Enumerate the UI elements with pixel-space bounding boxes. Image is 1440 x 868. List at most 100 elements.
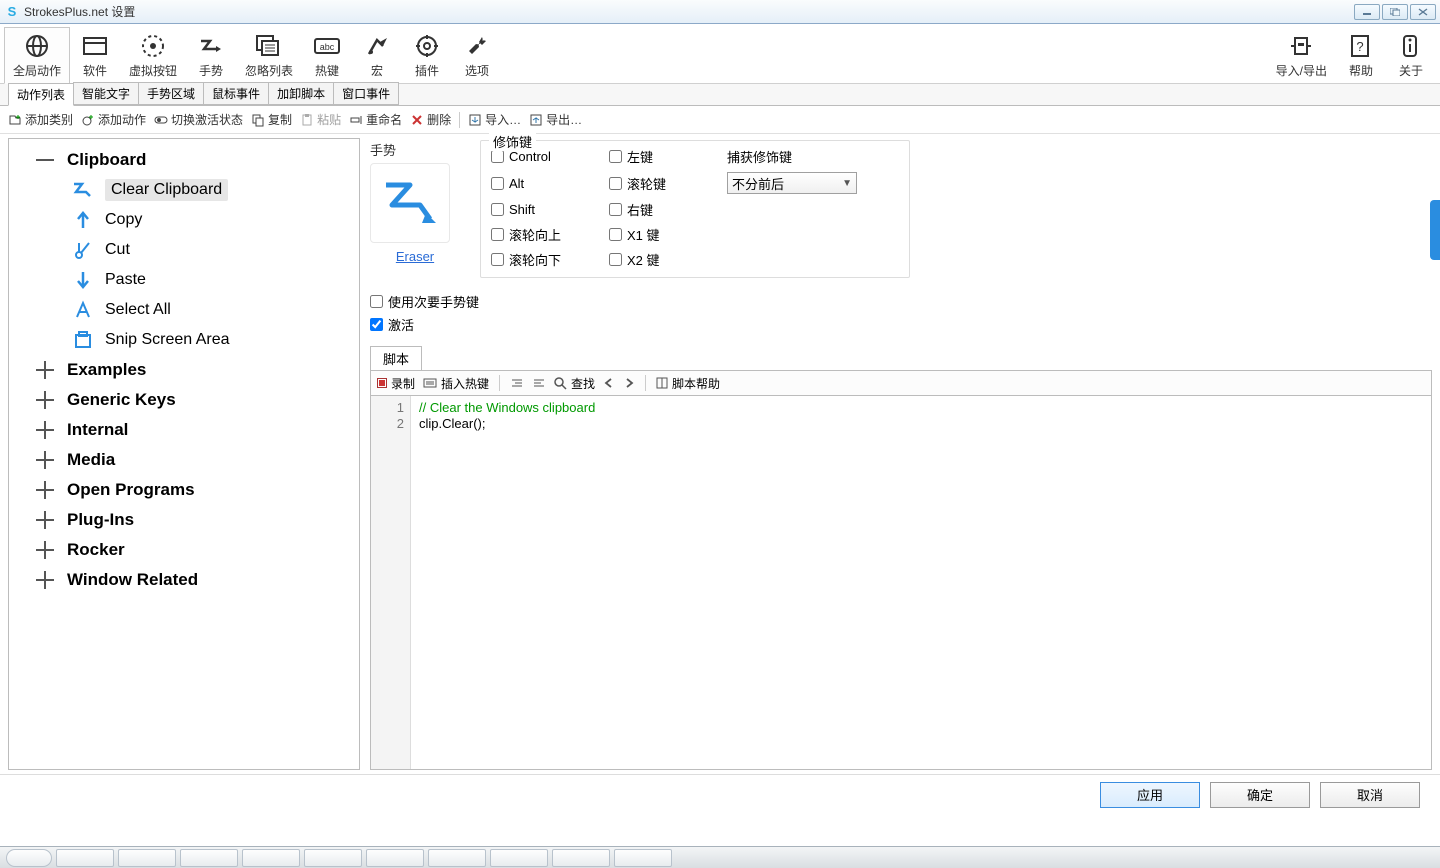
- taskbar-item[interactable]: [180, 849, 238, 867]
- edge-handle[interactable]: [1430, 200, 1440, 260]
- window-icon: [82, 32, 108, 60]
- taskbar-item[interactable]: [614, 849, 672, 867]
- taskbar[interactable]: [0, 846, 1440, 868]
- tree-group-clipboard[interactable]: Clipboard: [13, 145, 355, 175]
- copy-button[interactable]: 复制: [251, 111, 292, 128]
- taskbar-item[interactable]: [242, 849, 300, 867]
- delete-button[interactable]: 删除: [410, 111, 451, 128]
- taskbar-item[interactable]: [428, 849, 486, 867]
- toggle-active-button[interactable]: 切换激活状态: [154, 111, 243, 128]
- chk-shift[interactable]: Shift: [491, 202, 601, 217]
- chk-use-secondary[interactable]: 使用次要手势键: [370, 292, 1432, 311]
- import-button[interactable]: 导入…: [468, 111, 521, 128]
- taskbar-item[interactable]: [552, 849, 610, 867]
- toolbar-options[interactable]: 选项: [452, 26, 502, 83]
- main-toolbar: 全局动作 软件 虚拟按钮 手势 忽略列表 abc 热键 宏 插件 选项 导入/导…: [0, 24, 1440, 84]
- next-button[interactable]: [623, 377, 635, 389]
- tree-item-clear-clipboard[interactable]: Clear Clipboard: [13, 175, 355, 205]
- insert-hotkey-button[interactable]: 插入热键: [423, 375, 489, 392]
- tree-group-open-programs[interactable]: Open Programs: [13, 475, 355, 505]
- action-tree[interactable]: Clipboard Clear Clipboard Copy Cut Paste…: [8, 138, 360, 770]
- toolbar-global-actions[interactable]: 全局动作: [4, 27, 70, 84]
- tree-group-internal[interactable]: Internal: [13, 415, 355, 445]
- chk-x1[interactable]: X1 键: [609, 225, 719, 244]
- toolbar-gesture[interactable]: 手势: [186, 26, 236, 83]
- paste-button[interactable]: 粘贴: [300, 111, 341, 128]
- script-help-button[interactable]: 脚本帮助: [656, 375, 720, 392]
- gesture-name-link[interactable]: Eraser: [370, 249, 460, 264]
- export-button[interactable]: 导出…: [529, 111, 582, 128]
- toolbar-help[interactable]: ? 帮助: [1336, 26, 1386, 83]
- taskbar-start[interactable]: [6, 849, 52, 867]
- window-title: StrokesPlus.net 设置: [24, 3, 135, 20]
- tree-group-media[interactable]: Media: [13, 445, 355, 475]
- find-button[interactable]: 查找: [554, 375, 595, 392]
- tree-group-window-related[interactable]: Window Related: [13, 565, 355, 595]
- cancel-button[interactable]: 取消: [1320, 782, 1420, 808]
- ignore-list-icon: [255, 32, 283, 60]
- tree-item-select-all[interactable]: Select All: [13, 295, 355, 325]
- apply-button[interactable]: 应用: [1100, 782, 1200, 808]
- toolbar-plugin[interactable]: 插件: [402, 26, 452, 83]
- chk-left[interactable]: 左键: [609, 147, 719, 166]
- about-icon: [1401, 32, 1421, 60]
- tree-item-paste[interactable]: Paste: [13, 265, 355, 295]
- keyboard-icon: [423, 377, 437, 389]
- code-content[interactable]: // Clear the Windows clipboard clip.Clea…: [411, 396, 1431, 769]
- toolbar-virtual-button[interactable]: 虚拟按钮: [120, 26, 186, 83]
- macro-icon: [365, 32, 389, 60]
- import-export-icon: [1287, 32, 1315, 60]
- taskbar-item[interactable]: [304, 849, 362, 867]
- maximize-button[interactable]: [1382, 4, 1408, 20]
- gesture-preview[interactable]: [370, 163, 450, 243]
- taskbar-item[interactable]: [56, 849, 114, 867]
- rename-button[interactable]: 重命名: [349, 111, 402, 128]
- chk-alt[interactable]: Alt: [491, 176, 601, 191]
- tab-load-script[interactable]: 加卸脚本: [268, 82, 334, 105]
- indent-button[interactable]: [510, 377, 524, 389]
- toolbar-import-export[interactable]: 导入/导出: [1267, 26, 1336, 83]
- chk-x2[interactable]: X2 键: [609, 250, 719, 269]
- tab-action-list[interactable]: 动作列表: [8, 83, 74, 106]
- toolbar-hotkey[interactable]: abc 热键: [302, 26, 352, 83]
- hotkey-icon: abc: [313, 32, 341, 60]
- toolbar-about[interactable]: 关于: [1386, 26, 1436, 83]
- tree-group-plugins[interactable]: Plug-Ins: [13, 505, 355, 535]
- tree-item-snip[interactable]: Snip Screen Area: [13, 325, 355, 355]
- chk-wheel-down[interactable]: 滚轮向下: [491, 250, 601, 269]
- snip-icon: [71, 330, 95, 350]
- prev-button[interactable]: [603, 377, 615, 389]
- plugin-icon: [415, 32, 439, 60]
- taskbar-item[interactable]: [490, 849, 548, 867]
- outdent-icon: [532, 377, 546, 389]
- tree-group-examples[interactable]: Examples: [13, 355, 355, 385]
- toolbar-ignore-list[interactable]: 忽略列表: [236, 26, 302, 83]
- ok-button[interactable]: 确定: [1210, 782, 1310, 808]
- chk-activate[interactable]: 激活: [370, 315, 1432, 334]
- tab-window-events[interactable]: 窗口事件: [333, 82, 399, 105]
- minimize-button[interactable]: [1354, 4, 1380, 20]
- tree-item-copy[interactable]: Copy: [13, 205, 355, 235]
- tab-smart-text[interactable]: 智能文字: [73, 82, 139, 105]
- capture-combo[interactable]: 不分前后▼: [727, 172, 857, 194]
- toolbar-macro[interactable]: 宏: [352, 26, 402, 83]
- tab-script[interactable]: 脚本: [370, 346, 422, 370]
- chk-control[interactable]: Control: [491, 149, 601, 164]
- tree-item-cut[interactable]: Cut: [13, 235, 355, 265]
- outdent-button[interactable]: [532, 377, 546, 389]
- taskbar-item[interactable]: [118, 849, 176, 867]
- tree-group-generic-keys[interactable]: Generic Keys: [13, 385, 355, 415]
- tree-group-rocker[interactable]: Rocker: [13, 535, 355, 565]
- chk-wheel-up[interactable]: 滚轮向上: [491, 225, 601, 244]
- tab-gesture-region[interactable]: 手势区域: [138, 82, 204, 105]
- record-button[interactable]: 录制: [377, 375, 415, 392]
- taskbar-item[interactable]: [366, 849, 424, 867]
- add-category-button[interactable]: 添加类别: [8, 111, 73, 128]
- toolbar-software[interactable]: 软件: [70, 26, 120, 83]
- add-action-button[interactable]: 添加动作: [81, 111, 146, 128]
- chk-right[interactable]: 右键: [609, 200, 719, 219]
- chk-wheel[interactable]: 滚轮键: [609, 174, 719, 193]
- close-button[interactable]: [1410, 4, 1436, 20]
- tab-mouse-events[interactable]: 鼠标事件: [203, 82, 269, 105]
- code-editor[interactable]: 12 // Clear the Windows clipboard clip.C…: [370, 396, 1432, 770]
